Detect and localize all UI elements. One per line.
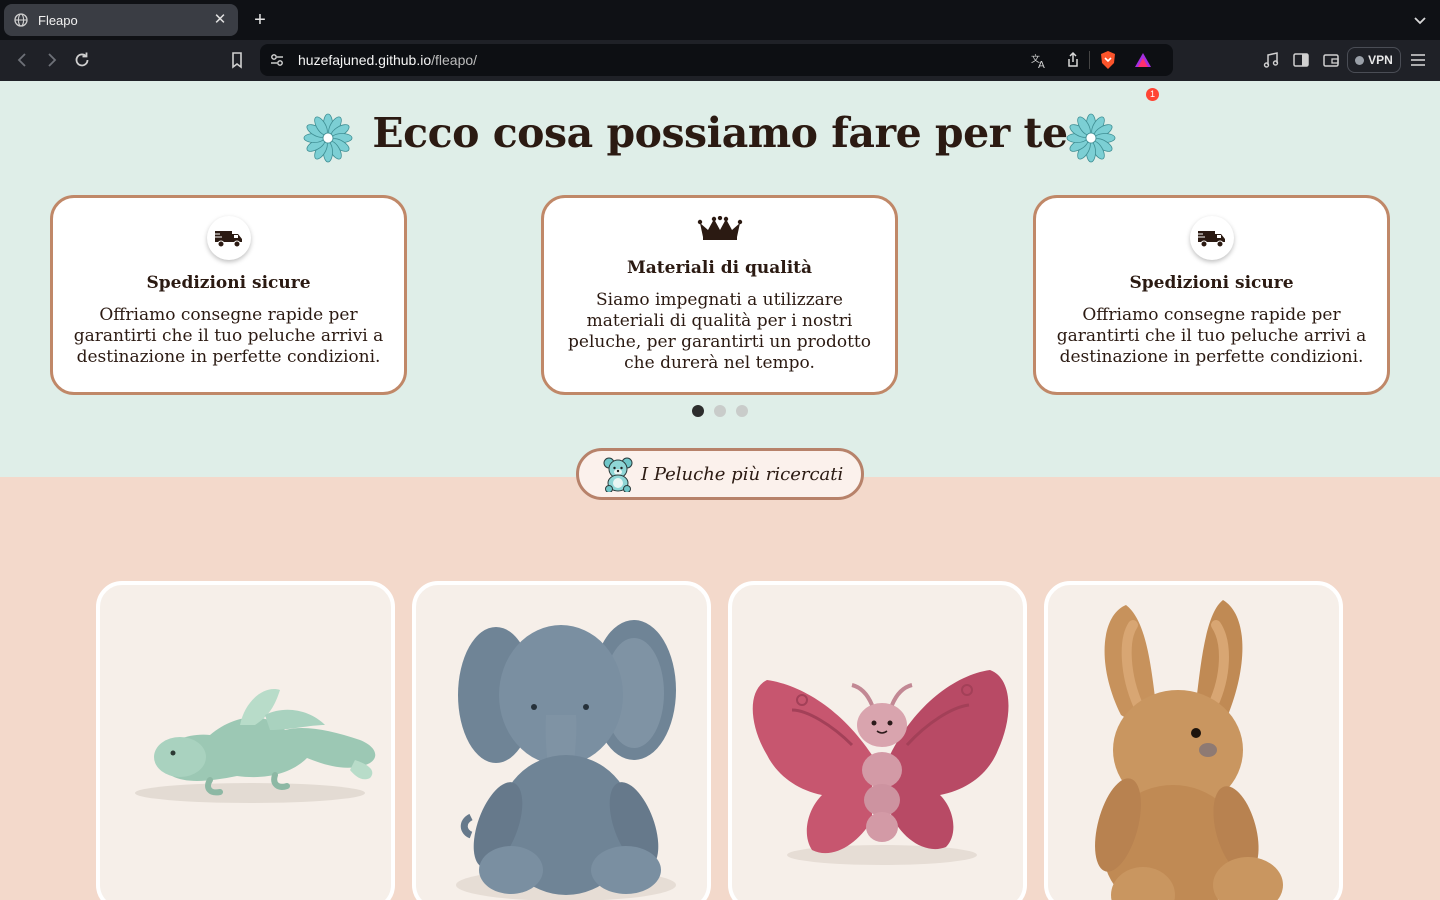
browser-tab[interactable]: Fleapo ✕ <box>4 4 238 36</box>
product-card[interactable] <box>728 581 1027 900</box>
notification-badge: 1 <box>1146 88 1159 101</box>
service-description: Siamo impegnati a utilizzare materiali d… <box>568 290 871 373</box>
truck-icon <box>1189 216 1234 260</box>
bookmark-icon[interactable] <box>227 50 247 70</box>
service-description: Offriamo consegne rapide per garantirti … <box>1056 305 1367 367</box>
product-card[interactable] <box>1044 581 1343 900</box>
crown-icon <box>697 216 742 240</box>
share-icon[interactable] <box>1064 51 1082 69</box>
address-bar[interactable]: huzefajuned.github.io/fleapo/ 文A <box>260 44 1173 76</box>
browser-tab-bar: Fleapo ✕ + <box>0 0 1440 40</box>
service-title: Spedizioni sicure <box>146 273 311 293</box>
tab-title: Fleapo <box>38 12 78 28</box>
new-tab-icon[interactable]: + <box>250 10 270 30</box>
forward-icon[interactable] <box>42 50 62 70</box>
services-section: Ecco cosa possiamo fare per te Spedizion… <box>0 81 1440 477</box>
site-settings-icon[interactable] <box>270 53 284 67</box>
carousel-dots <box>692 405 748 417</box>
vpn-label: VPN <box>1368 53 1393 67</box>
service-description: Offriamo consegne rapide per garantirti … <box>73 305 384 367</box>
carousel-dot-1[interactable] <box>692 405 704 417</box>
service-title: Materiali di qualità <box>626 258 813 278</box>
butterfly-plush-image <box>752 670 1009 865</box>
truck-icon <box>206 216 251 260</box>
menu-icon[interactable] <box>1408 50 1428 70</box>
vpn-status-icon <box>1355 55 1365 65</box>
vpn-button[interactable]: VPN <box>1347 47 1401 73</box>
wallet-icon[interactable] <box>1321 50 1341 70</box>
browser-toolbar: huzefajuned.github.io/fleapo/ 文A 1 VPN <box>0 40 1440 101</box>
translate-icon[interactable]: 文A <box>1030 52 1048 70</box>
service-title: Spedizioni sicure <box>1129 273 1294 293</box>
url-path: /fleapo/ <box>431 52 478 68</box>
carousel-dot-2[interactable] <box>714 405 726 417</box>
dragon-plush-image <box>135 689 376 803</box>
popular-plush-label: I Peluche più ricercati <box>641 463 844 485</box>
service-card: Materiali di qualità Siamo impegnati a u… <box>541 195 898 395</box>
bunny-plush-image <box>1095 600 1283 900</box>
flower-icon <box>1066 113 1116 163</box>
service-card: Spedizioni sicure Offriamo consegne rapi… <box>50 195 407 395</box>
url-host: huzefajuned.github.io <box>298 52 432 68</box>
url-text: huzefajuned.github.io/fleapo/ <box>298 52 477 68</box>
service-card: Spedizioni sicure Offriamo consegne rapi… <box>1033 195 1390 395</box>
sidebar-icon[interactable] <box>1291 50 1311 70</box>
product-card[interactable] <box>96 581 395 900</box>
close-tab-icon[interactable]: ✕ <box>212 12 228 28</box>
back-icon[interactable] <box>12 50 32 70</box>
media-icon[interactable] <box>1261 50 1281 70</box>
globe-icon <box>14 13 28 27</box>
section-heading: Ecco cosa possiamo fare per te <box>372 109 1068 157</box>
popular-plush-pill[interactable]: I Peluche più ricercati <box>576 448 864 500</box>
elephant-plush-image <box>456 620 676 900</box>
page-content: Ecco cosa possiamo fare per te Spedizion… <box>0 81 1440 900</box>
teddy-bear-icon <box>603 457 633 492</box>
product-card[interactable] <box>412 581 711 900</box>
brave-rewards-icon[interactable] <box>1134 52 1152 68</box>
chevron-down-icon[interactable] <box>1410 10 1430 30</box>
carousel-dot-3[interactable] <box>736 405 748 417</box>
reload-icon[interactable] <box>72 50 92 70</box>
brave-shield-icon[interactable] <box>1099 50 1117 70</box>
svg-text:A: A <box>1038 60 1045 70</box>
